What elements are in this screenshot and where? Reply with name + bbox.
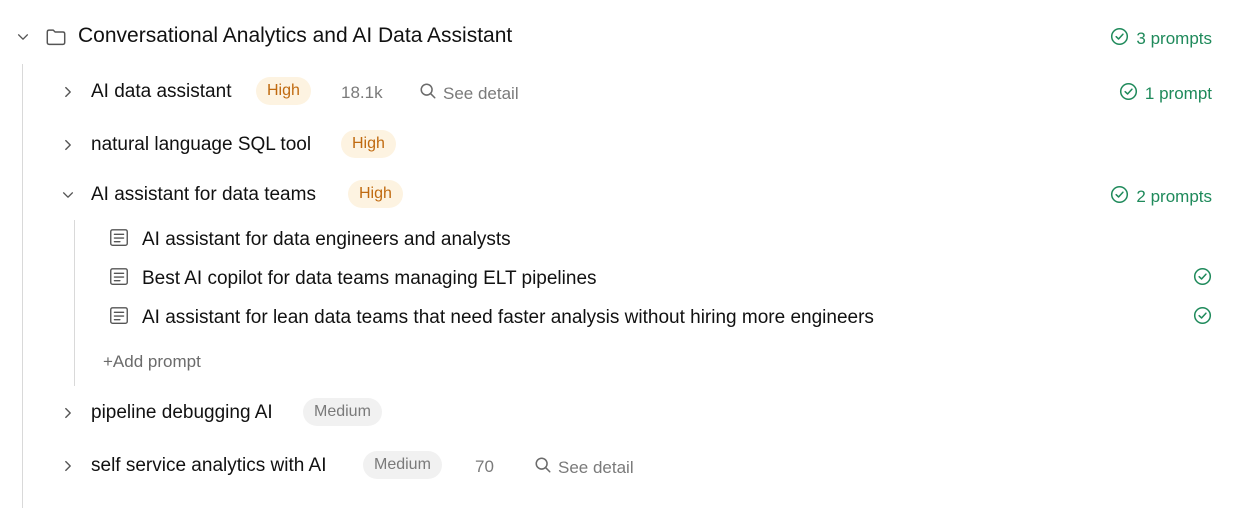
check-circle-icon: [1110, 185, 1129, 209]
see-detail-label: See detail: [558, 457, 634, 477]
check-circle-icon: [1119, 82, 1138, 106]
priority-badge: High: [341, 130, 396, 158]
prompt-item[interactable]: AI assistant for data engineers and anal…: [108, 226, 1212, 254]
chevron-down-icon[interactable]: [15, 29, 31, 45]
check-circle-icon[interactable]: [1193, 306, 1212, 330]
prompt-item[interactable]: AI assistant for lean data teams that ne…: [108, 304, 1212, 332]
priority-badge: High: [256, 77, 311, 105]
keyword-name: AI assistant for data teams: [91, 184, 316, 205]
prompt-doc-icon: [108, 305, 130, 332]
keyword-prompt-count[interactable]: 1 prompt: [1119, 82, 1212, 106]
group-prompt-count-label: 3 prompts: [1136, 29, 1212, 48]
keyword-name: natural language SQL tool: [91, 134, 312, 155]
keyword-name: AI data assistant: [91, 81, 232, 102]
keyword-name: self service analytics with AI: [91, 455, 327, 476]
check-circle-icon: [1110, 27, 1129, 51]
keyword-name: pipeline debugging AI: [91, 402, 273, 423]
priority-badge: High: [348, 180, 403, 208]
prompt-text: AI assistant for data engineers and anal…: [142, 229, 511, 250]
keyword-row[interactable]: natural language SQL tool High: [0, 129, 1240, 161]
prompt-item[interactable]: Best AI copilot for data teams managing …: [108, 265, 1212, 293]
priority-badge: Medium: [303, 398, 382, 426]
priority-badge: Medium: [363, 451, 442, 479]
group-header[interactable]: Conversational Analytics and AI Data Ass…: [0, 22, 1240, 52]
keyword-prompt-count-label: 2 prompts: [1136, 187, 1212, 206]
keyword-prompt-count-label: 1 prompt: [1144, 84, 1212, 103]
prompt-doc-icon: [108, 266, 130, 293]
tree-guide-line-nested: [74, 220, 75, 386]
see-detail-button[interactable]: See detail: [419, 82, 519, 105]
add-prompt-button[interactable]: +Add prompt: [103, 352, 201, 372]
search-icon: [419, 82, 437, 105]
chevron-right-icon[interactable]: [60, 84, 76, 100]
group-prompt-count[interactable]: 3 prompts: [1110, 27, 1212, 51]
prompt-text: Best AI copilot for data teams managing …: [142, 268, 597, 289]
keyword-row[interactable]: AI data assistant High 18.1k See detail …: [0, 76, 1240, 108]
chevron-down-icon[interactable]: [60, 187, 76, 203]
folder-icon: [45, 26, 67, 53]
chevron-right-icon[interactable]: [60, 137, 76, 153]
check-circle-icon[interactable]: [1193, 267, 1212, 291]
keyword-prompt-count[interactable]: 2 prompts: [1110, 185, 1212, 209]
search-icon: [534, 456, 552, 479]
keyword-row[interactable]: AI assistant for data teams High 2 promp…: [0, 179, 1240, 211]
search-volume: 70: [475, 457, 494, 476]
see-detail-label: See detail: [443, 83, 519, 103]
chevron-right-icon[interactable]: [60, 458, 76, 474]
keyword-row[interactable]: pipeline debugging AI Medium: [0, 397, 1240, 429]
group-title: Conversational Analytics and AI Data Ass…: [78, 24, 513, 47]
see-detail-button[interactable]: See detail: [534, 456, 634, 479]
chevron-right-icon[interactable]: [60, 405, 76, 421]
keyword-row[interactable]: self service analytics with AI Medium 70…: [0, 450, 1240, 482]
prompt-doc-icon: [108, 227, 130, 254]
prompt-text: AI assistant for lean data teams that ne…: [142, 307, 874, 328]
search-volume: 18.1k: [341, 83, 383, 102]
